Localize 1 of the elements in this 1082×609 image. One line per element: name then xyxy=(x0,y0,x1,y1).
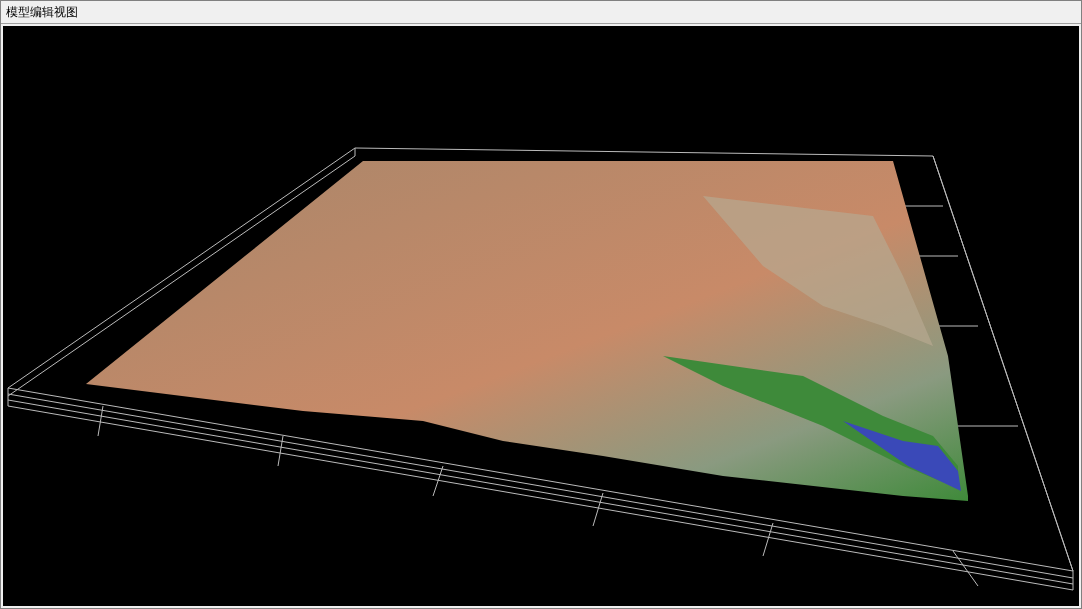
window-title: 模型编辑视图 xyxy=(6,3,78,21)
